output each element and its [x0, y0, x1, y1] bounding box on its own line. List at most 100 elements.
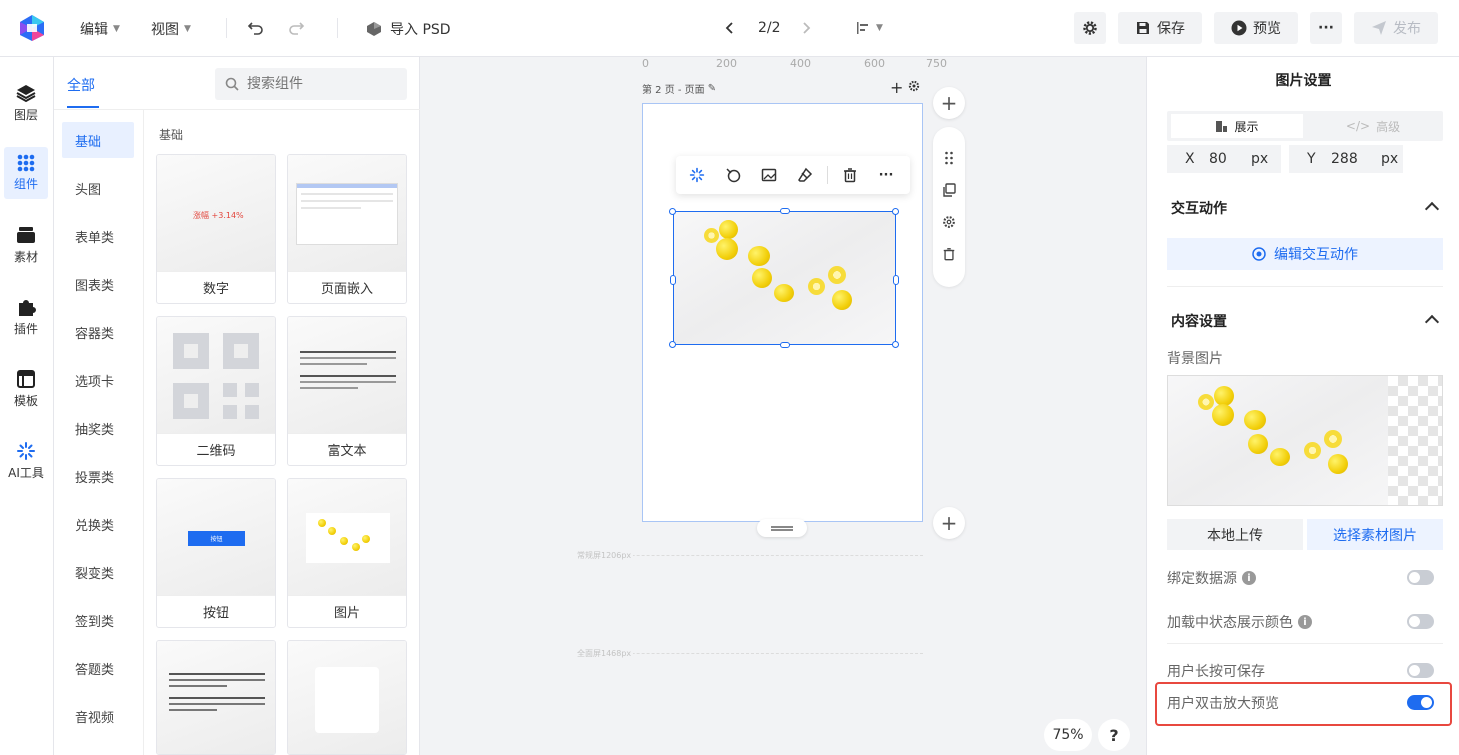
cutout-icon[interactable] — [719, 161, 747, 189]
component-card-image[interactable]: 图片 — [287, 478, 407, 628]
ruler-tick-label: 750 — [926, 57, 947, 70]
settings-button[interactable] — [1074, 12, 1106, 44]
rail-item-materials[interactable]: 素材 — [4, 219, 48, 271]
y-label: Y — [1307, 151, 1316, 167]
category-item[interactable]: 基础 — [62, 122, 134, 158]
category-label: 投票类 — [75, 470, 115, 486]
preview-button[interactable]: 预览 — [1214, 12, 1298, 44]
eraser-icon[interactable] — [791, 161, 819, 189]
rail-item-components[interactable]: 组件 — [4, 147, 48, 199]
component-card-qrcode[interactable]: 二维码 — [156, 316, 276, 466]
pencil-icon[interactable]: ✎ — [708, 83, 716, 94]
category-item[interactable]: 容器类 — [62, 314, 134, 350]
delete-icon[interactable] — [836, 161, 864, 189]
category-item[interactable]: 表单类 — [62, 218, 134, 254]
resize-handle-nw[interactable] — [669, 208, 676, 215]
divider — [226, 18, 227, 38]
component-panel: 全部 基础 头图 表单类 图表类 容器类 选项卡 抽奖类 投票类 兑换类 裂变类… — [54, 57, 420, 755]
category-item[interactable]: 兑换类 — [62, 506, 134, 542]
resize-handle-e[interactable] — [893, 275, 899, 285]
chevron-up-icon[interactable] — [1424, 314, 1440, 330]
zoom-level[interactable]: 75% — [1044, 719, 1092, 751]
doubleclick-preview-toggle[interactable] — [1407, 695, 1434, 710]
category-item[interactable]: 抽奖类 — [62, 410, 134, 446]
category-item[interactable]: 选项卡 — [62, 362, 134, 398]
redo-icon[interactable] — [286, 18, 306, 38]
component-card-text[interactable] — [156, 640, 276, 755]
more-icon[interactable]: ··· — [872, 161, 900, 189]
add-component-top-button[interactable]: + — [933, 87, 965, 119]
edit-interaction-button[interactable]: 编辑交互动作 — [1167, 238, 1443, 270]
tab-advanced[interactable]: </> 高级 — [1307, 114, 1439, 138]
add-page-icon[interactable]: + — [890, 78, 903, 97]
replace-image-icon[interactable] — [755, 161, 783, 189]
save-button[interactable]: 保存 — [1118, 12, 1202, 44]
page-settings-icon[interactable] — [908, 80, 920, 92]
import-psd-button[interactable]: 导入 PSD — [366, 19, 451, 39]
element-settings-icon[interactable] — [942, 215, 956, 229]
menu-view[interactable]: 视图 ▼ — [151, 19, 191, 39]
rail-item-plugins[interactable]: 插件 — [4, 291, 48, 343]
y-position-field[interactable]: Y 288 px — [1289, 145, 1403, 173]
rail-item-templates[interactable]: 模板 — [4, 363, 48, 415]
resize-handle-n[interactable] — [780, 208, 790, 214]
ai-magic-icon[interactable] — [683, 161, 711, 189]
resize-handle-sw[interactable] — [669, 341, 676, 348]
selected-image[interactable] — [673, 211, 896, 345]
tab-all-label: 全部 — [67, 78, 95, 94]
prev-page-icon[interactable] — [722, 20, 738, 36]
category-item[interactable]: 音视频 — [62, 698, 134, 734]
component-card-container[interactable] — [287, 640, 407, 755]
add-component-bottom-button[interactable]: + — [933, 507, 965, 539]
rail-item-layers[interactable]: 图层 — [4, 77, 48, 129]
longpress-save-toggle[interactable] — [1407, 663, 1434, 678]
element-delete-icon[interactable] — [942, 247, 956, 261]
bind-datasource-toggle[interactable] — [1407, 570, 1434, 585]
more-button[interactable]: ··· — [1310, 12, 1342, 44]
tab-display[interactable]: 展示 — [1171, 114, 1303, 138]
category-item[interactable]: 投票类 — [62, 458, 134, 494]
component-card-number[interactable]: 涨幅 +3.14% 数字 — [156, 154, 276, 304]
category-item[interactable]: 图表类 — [62, 266, 134, 302]
prop-longpress-save: 用户长按可保存 — [1167, 661, 1265, 681]
copy-icon[interactable] — [942, 183, 956, 197]
component-card-embed[interactable]: 页面嵌入 — [287, 154, 407, 304]
rail-item-ai-tools[interactable]: AI工具 — [4, 435, 48, 487]
help-button[interactable]: ? — [1098, 719, 1130, 751]
category-item[interactable]: 头图 — [62, 170, 134, 206]
category-item[interactable]: 答题类 — [62, 650, 134, 686]
search-input[interactable] — [247, 76, 387, 92]
info-icon[interactable]: i — [1242, 571, 1256, 585]
choose-material-button[interactable]: 选择素材图片 — [1307, 519, 1443, 550]
bg-image-preview[interactable] — [1167, 375, 1443, 506]
category-item[interactable]: 裂变类 — [62, 554, 134, 590]
component-card-button[interactable]: 按钮 按钮 — [156, 478, 276, 628]
component-card-richtext[interactable]: 富文本 — [287, 316, 407, 466]
resize-handle-se[interactable] — [892, 341, 899, 348]
align-dropdown[interactable]: ▼ — [855, 20, 883, 36]
import-psd-label: 导入 PSD — [390, 22, 451, 38]
resize-handle-ne[interactable] — [892, 208, 899, 215]
undo-icon[interactable] — [246, 18, 266, 38]
y-value: 288 — [1331, 151, 1358, 167]
resize-handle[interactable] — [757, 519, 807, 537]
resize-handle-s[interactable] — [780, 342, 790, 348]
publish-button[interactable]: 发布 — [1354, 12, 1438, 44]
category-item[interactable]: 签到类 — [62, 602, 134, 638]
drag-handle-icon[interactable] — [943, 151, 955, 165]
search-box[interactable] — [215, 68, 407, 100]
toolbar-divider — [827, 166, 828, 184]
upload-local-button[interactable]: 本地上传 — [1167, 519, 1303, 550]
page-title[interactable]: 第 2 页 - 页面 ✎ — [642, 81, 716, 96]
app-logo[interactable] — [18, 14, 46, 42]
loading-color-toggle[interactable] — [1407, 614, 1434, 629]
info-icon[interactable]: i — [1298, 615, 1312, 629]
chevron-up-icon[interactable] — [1424, 201, 1440, 217]
ruler-tick-label: 200 — [716, 57, 737, 70]
menu-view-label: 视图 — [151, 22, 179, 38]
x-position-field[interactable]: X 80 px — [1167, 145, 1281, 173]
resize-handle-w[interactable] — [670, 275, 676, 285]
menu-edit[interactable]: 编辑 ▼ — [80, 19, 120, 39]
tab-all[interactable]: 全部 — [67, 75, 95, 95]
next-page-icon[interactable] — [798, 20, 814, 36]
